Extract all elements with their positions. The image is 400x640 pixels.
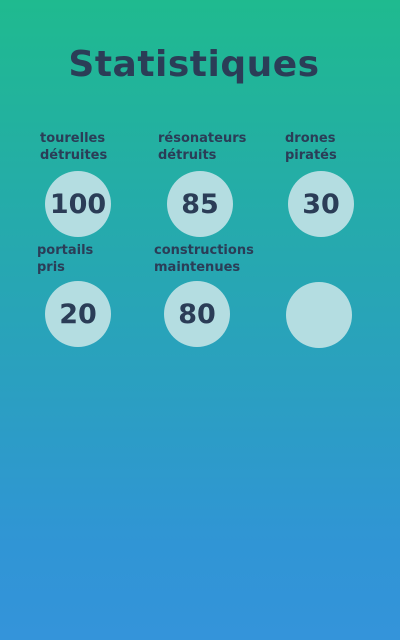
stat-label: tourelles détruites	[40, 131, 108, 163]
page-title: Statistiques	[68, 44, 320, 85]
stat-circle: 100	[45, 171, 111, 237]
stat-circle: 80	[164, 281, 230, 347]
stat-value: 85	[181, 188, 219, 220]
stat-value: 80	[178, 298, 216, 330]
stat-value: 100	[49, 188, 107, 220]
stat-circle	[286, 282, 352, 348]
stat-label: constructions maintenues	[154, 243, 254, 275]
stat-label: drones piratés	[285, 131, 337, 163]
stat-label: portails pris	[37, 243, 94, 275]
stat-circle: 85	[167, 171, 233, 237]
stat-label: résonateurs détruits	[158, 131, 247, 163]
stat-value: 30	[302, 188, 340, 220]
statistics-screen: Statistiques tourelles détruites 100 rés…	[0, 0, 400, 640]
stat-circle: 30	[288, 171, 354, 237]
stat-value: 20	[59, 298, 97, 330]
stat-circle: 20	[45, 281, 111, 347]
